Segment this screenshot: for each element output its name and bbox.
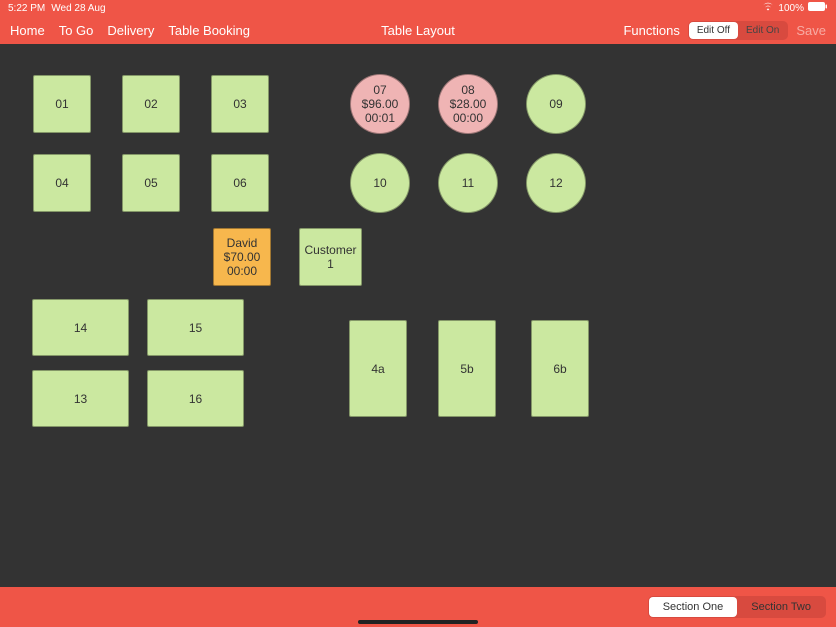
- table-time: 00:01: [365, 111, 395, 125]
- nav-right: Functions Edit Off Edit On Save: [623, 21, 826, 40]
- table-11[interactable]: 11: [438, 153, 498, 213]
- table-label: 10: [373, 176, 386, 190]
- functions-button[interactable]: Functions: [623, 23, 679, 38]
- nav-left: Home To Go Delivery Table Booking: [10, 23, 250, 38]
- table-customer-1[interactable]: Customer 1: [299, 228, 362, 286]
- save-button[interactable]: Save: [796, 23, 826, 38]
- table-label: 06: [233, 176, 246, 190]
- section-segment: Section One Section Two: [648, 596, 826, 618]
- table-6b[interactable]: 6b: [531, 320, 589, 417]
- edit-off-button[interactable]: Edit Off: [689, 22, 738, 39]
- table-04[interactable]: 04: [33, 154, 91, 212]
- table-label: 03: [233, 97, 246, 111]
- nav-delivery[interactable]: Delivery: [107, 23, 154, 38]
- table-16[interactable]: 16: [147, 370, 244, 427]
- battery-icon: [808, 2, 828, 14]
- table-label: 16: [189, 392, 202, 406]
- section-one-tab[interactable]: Section One: [649, 597, 738, 617]
- table-label: 05: [144, 176, 157, 190]
- table-07[interactable]: 07$96.0000:01: [350, 74, 410, 134]
- table-15[interactable]: 15: [147, 299, 244, 356]
- status-time: 5:22 PM: [8, 3, 45, 14]
- table-14[interactable]: 14: [32, 299, 129, 356]
- table-label: 4a: [371, 362, 384, 376]
- table-time: 00:00: [227, 264, 257, 278]
- table-label: 6b: [553, 362, 566, 376]
- table-05[interactable]: 05: [122, 154, 180, 212]
- table-label: 02: [144, 97, 157, 111]
- table-03[interactable]: 03: [211, 75, 269, 133]
- status-bar: 5:22 PM Wed 28 Aug 100%: [0, 0, 836, 16]
- table-label: David: [227, 236, 258, 250]
- nav-bar: Home To Go Delivery Table Booking Table …: [0, 16, 836, 44]
- nav-home[interactable]: Home: [10, 23, 45, 38]
- nav-table-booking[interactable]: Table Booking: [168, 23, 250, 38]
- table-label: Customer 1: [300, 243, 361, 271]
- table-10[interactable]: 10: [350, 153, 410, 213]
- table-02[interactable]: 02: [122, 75, 180, 133]
- table-layout-canvas[interactable]: 01020304050607$96.0000:0108$28.0000:0009…: [0, 44, 836, 587]
- table-09[interactable]: 09: [526, 74, 586, 134]
- table-label: 01: [55, 97, 68, 111]
- table-amount: $70.00: [224, 250, 261, 264]
- table-13[interactable]: 13: [32, 370, 129, 427]
- table-label: 09: [549, 97, 562, 111]
- table-label: 13: [74, 392, 87, 406]
- bottom-bar: Section One Section Two: [0, 587, 836, 627]
- table-label: 08: [461, 83, 474, 97]
- wifi-icon: [762, 2, 774, 14]
- table-label: 5b: [460, 362, 473, 376]
- table-amount: $28.00: [450, 97, 487, 111]
- table-time: 00:00: [453, 111, 483, 125]
- battery-percent: 100%: [778, 3, 804, 14]
- table-label: 15: [189, 321, 202, 335]
- table-label: 11: [462, 176, 474, 190]
- table-4a[interactable]: 4a: [349, 320, 407, 417]
- page-title: Table Layout: [381, 23, 455, 38]
- table-label: 07: [373, 83, 386, 97]
- table-label: 04: [55, 176, 68, 190]
- edit-on-button[interactable]: Edit On: [738, 22, 787, 39]
- table-amount: $96.00: [362, 97, 399, 111]
- table-12[interactable]: 12: [526, 153, 586, 213]
- table-label: 12: [549, 176, 562, 190]
- table-08[interactable]: 08$28.0000:00: [438, 74, 498, 134]
- table-01[interactable]: 01: [33, 75, 91, 133]
- table-5b[interactable]: 5b: [438, 320, 496, 417]
- nav-togo[interactable]: To Go: [59, 23, 94, 38]
- home-indicator: [358, 620, 478, 624]
- status-date: Wed 28 Aug: [51, 3, 105, 14]
- table-06[interactable]: 06: [211, 154, 269, 212]
- table-david[interactable]: David$70.0000:00: [213, 228, 271, 286]
- edit-mode-segment: Edit Off Edit On: [688, 21, 789, 40]
- section-two-tab[interactable]: Section Two: [737, 597, 825, 617]
- table-label: 14: [74, 321, 87, 335]
